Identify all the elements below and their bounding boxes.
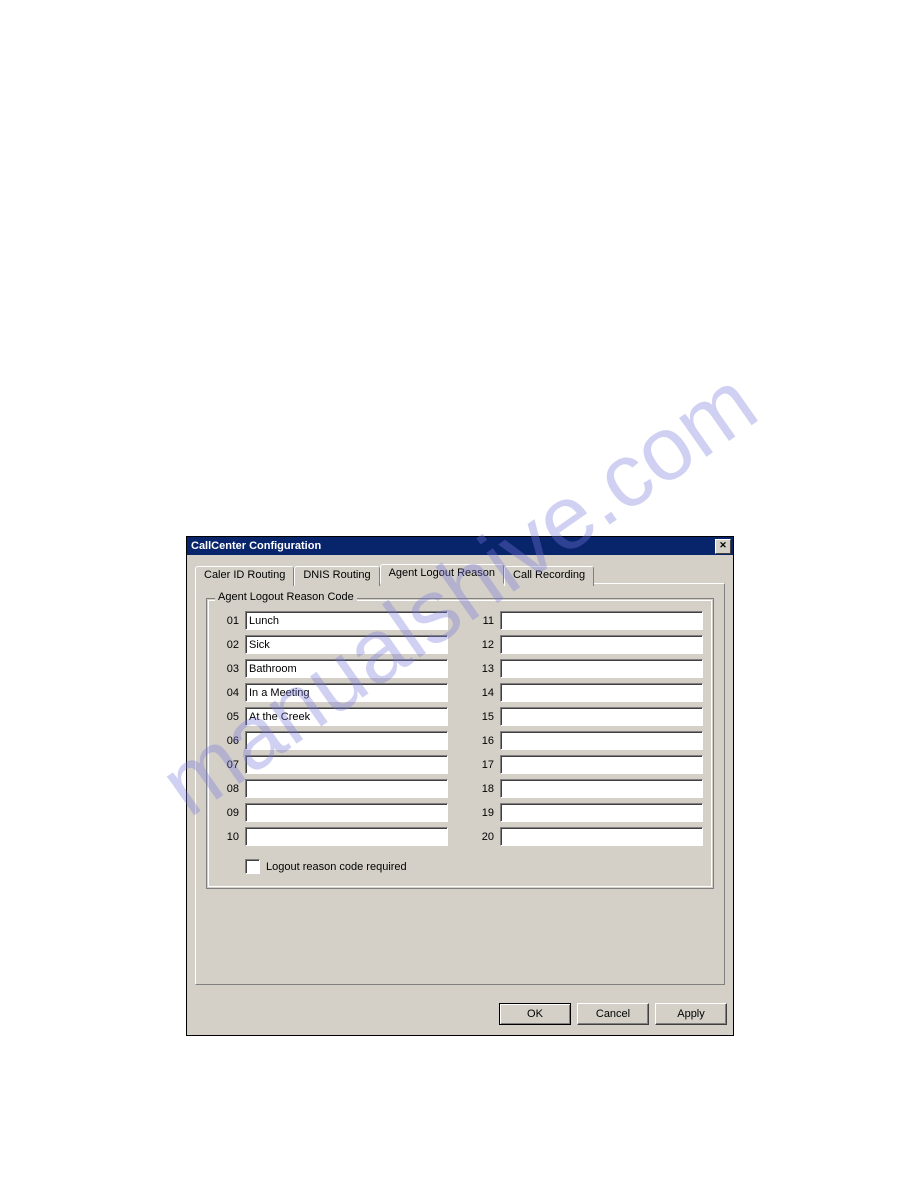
- reason-row: 13: [472, 659, 703, 678]
- reason-input-08[interactable]: [245, 779, 448, 798]
- reason-input-04[interactable]: [245, 683, 448, 702]
- ok-button[interactable]: OK: [499, 1003, 571, 1025]
- reason-input-19[interactable]: [500, 803, 703, 822]
- reason-input-07[interactable]: [245, 755, 448, 774]
- reason-input-16[interactable]: [500, 731, 703, 750]
- callcenter-config-dialog: CallCenter Configuration ✕ Caler ID Rout…: [186, 536, 734, 1036]
- reason-input-20[interactable]: [500, 827, 703, 846]
- reason-row: 14: [472, 683, 703, 702]
- reason-input-01[interactable]: [245, 611, 448, 630]
- reason-column-left: 01 02 03 04 05 06 07 08 09 10: [217, 611, 448, 851]
- reason-row: 11: [472, 611, 703, 630]
- reason-input-14[interactable]: [500, 683, 703, 702]
- groupbox-legend: Agent Logout Reason Code: [215, 591, 357, 603]
- reason-row: 10: [217, 827, 448, 846]
- reason-label: 07: [217, 759, 239, 771]
- reason-label: 12: [472, 639, 494, 651]
- reason-row: 04: [217, 683, 448, 702]
- reason-input-10[interactable]: [245, 827, 448, 846]
- reason-row: 02: [217, 635, 448, 654]
- dialog-title: CallCenter Configuration: [191, 540, 321, 552]
- reason-input-02[interactable]: [245, 635, 448, 654]
- reason-label: 14: [472, 687, 494, 699]
- reason-label: 04: [217, 687, 239, 699]
- reason-row: 01: [217, 611, 448, 630]
- reason-row: 07: [217, 755, 448, 774]
- reason-code-groupbox: Agent Logout Reason Code 01 02 03 04 05 …: [206, 598, 714, 889]
- reason-row: 16: [472, 731, 703, 750]
- close-icon[interactable]: ✕: [715, 539, 731, 554]
- reason-row: 05: [217, 707, 448, 726]
- reason-row: 19: [472, 803, 703, 822]
- reason-input-11[interactable]: [500, 611, 703, 630]
- reason-label: 18: [472, 783, 494, 795]
- reason-row: 06: [217, 731, 448, 750]
- reason-input-18[interactable]: [500, 779, 703, 798]
- reason-input-12[interactable]: [500, 635, 703, 654]
- reason-input-05[interactable]: [245, 707, 448, 726]
- reason-label: 19: [472, 807, 494, 819]
- required-checkbox-row: Logout reason code required: [245, 859, 703, 874]
- reason-input-06[interactable]: [245, 731, 448, 750]
- reason-row: 09: [217, 803, 448, 822]
- reason-row: 12: [472, 635, 703, 654]
- reason-column-right: 11 12 13 14 15 16 17 18 19 20: [472, 611, 703, 851]
- reason-row: 17: [472, 755, 703, 774]
- reason-row: 08: [217, 779, 448, 798]
- reason-input-17[interactable]: [500, 755, 703, 774]
- reason-label: 08: [217, 783, 239, 795]
- reason-label: 01: [217, 615, 239, 627]
- reason-label: 16: [472, 735, 494, 747]
- dialog-titlebar: CallCenter Configuration ✕: [187, 537, 733, 555]
- required-checkbox-label: Logout reason code required: [266, 861, 407, 873]
- tab-caller-id-routing[interactable]: Caler ID Routing: [195, 566, 294, 586]
- dialog-body: Caler ID Routing DNIS Routing Agent Logo…: [187, 555, 733, 993]
- reason-label: 11: [472, 615, 494, 627]
- apply-button[interactable]: Apply: [655, 1003, 727, 1025]
- reason-label: 09: [217, 807, 239, 819]
- reason-input-15[interactable]: [500, 707, 703, 726]
- tab-dnis-routing[interactable]: DNIS Routing: [294, 566, 379, 586]
- tab-agent-logout-reason[interactable]: Agent Logout Reason: [380, 564, 504, 584]
- tab-panel: Agent Logout Reason Code 01 02 03 04 05 …: [195, 583, 725, 985]
- required-checkbox[interactable]: [245, 859, 260, 874]
- reason-label: 03: [217, 663, 239, 675]
- reason-label: 05: [217, 711, 239, 723]
- reason-input-03[interactable]: [245, 659, 448, 678]
- reason-label: 20: [472, 831, 494, 843]
- reason-input-13[interactable]: [500, 659, 703, 678]
- reason-row: 18: [472, 779, 703, 798]
- dialog-button-row: OK Cancel Apply: [187, 993, 733, 1035]
- reason-row: 20: [472, 827, 703, 846]
- reason-label: 10: [217, 831, 239, 843]
- reason-label: 17: [472, 759, 494, 771]
- reason-columns: 01 02 03 04 05 06 07 08 09 10 11 12: [217, 611, 703, 851]
- cancel-button[interactable]: Cancel: [577, 1003, 649, 1025]
- reason-label: 06: [217, 735, 239, 747]
- tab-strip: Caler ID Routing DNIS Routing Agent Logo…: [195, 564, 725, 584]
- reason-row: 03: [217, 659, 448, 678]
- reason-row: 15: [472, 707, 703, 726]
- reason-label: 02: [217, 639, 239, 651]
- reason-input-09[interactable]: [245, 803, 448, 822]
- reason-label: 15: [472, 711, 494, 723]
- reason-label: 13: [472, 663, 494, 675]
- tab-call-recording[interactable]: Call Recording: [504, 566, 594, 586]
